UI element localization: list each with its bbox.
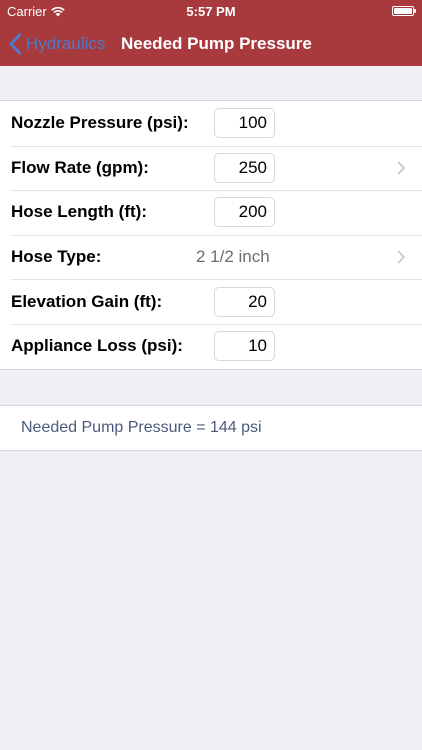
hose-length-input[interactable] [214,197,275,228]
elevation-gain-input[interactable] [214,286,275,317]
pressure-form: Nozzle Pressure (psi): Flow Rate (gpm): … [0,100,422,370]
chevron-left-icon [9,33,21,55]
result-text: Needed Pump Pressure = 144 psi [21,419,262,436]
flow-rate-input[interactable] [214,152,275,183]
elevation-gain-row: Elevation Gain (ft): [0,279,422,324]
hose-length-label: Hose Length (ft): [11,202,147,222]
status-bar: Carrier 5:57 PM [0,0,422,22]
back-button-label: Hydraulics [26,34,106,53]
header: Carrier 5:57 PM Hydraulics Needed Pump P… [0,0,422,66]
appliance-loss-row: Appliance Loss (psi): [0,323,422,369]
flow-rate-row[interactable]: Flow Rate (gpm): [0,145,422,191]
page-title: Needed Pump Pressure [121,34,312,53]
hose-type-row[interactable]: Hose Type: 2 1/2 inch [0,234,422,280]
result-panel: Needed Pump Pressure = 144 psi [0,405,422,451]
navigation-bar: Hydraulics Needed Pump Pressure [0,22,422,66]
chevron-right-icon [397,161,405,175]
hose-length-row: Hose Length (ft): [0,190,422,235]
flow-rate-label: Flow Rate (gpm): [11,157,149,177]
appliance-loss-label: Appliance Loss (psi): [11,336,183,356]
nozzle-pressure-label: Nozzle Pressure (psi): [11,113,189,133]
status-time: 5:57 PM [186,4,236,19]
hose-type-value: 2 1/2 inch [196,247,270,267]
appliance-loss-input[interactable] [214,331,275,362]
nozzle-pressure-row: Nozzle Pressure (psi): [0,101,422,146]
elevation-gain-label: Elevation Gain (ft): [11,291,163,311]
nozzle-pressure-input[interactable] [214,108,275,139]
hose-type-label: Hose Type: [11,247,102,267]
back-button[interactable]: Hydraulics [8,31,105,57]
chevron-right-icon [397,250,405,264]
battery-icon [392,6,416,16]
